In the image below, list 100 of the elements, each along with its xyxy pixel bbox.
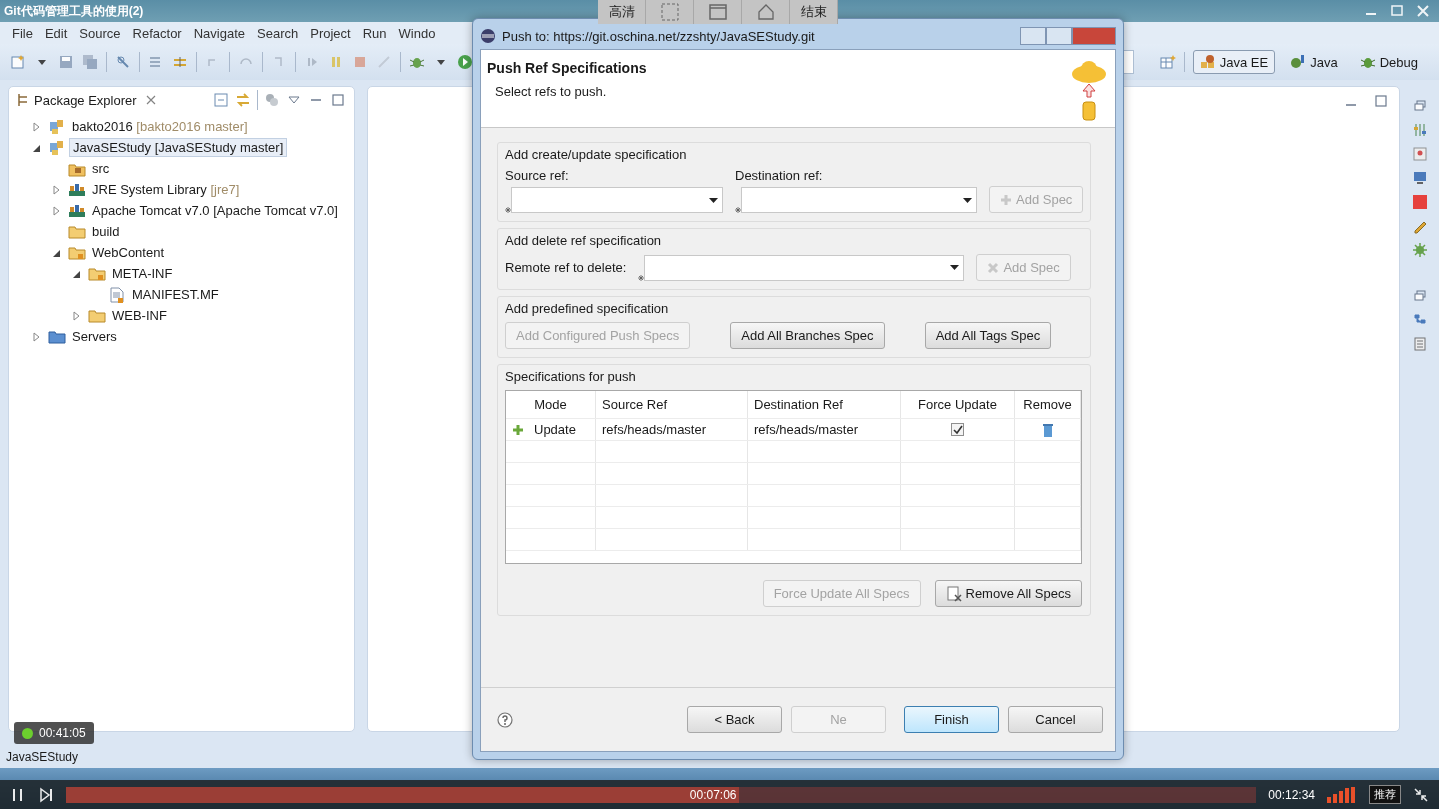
perspective-tab[interactable]: Java [1283,50,1345,74]
filter-icon[interactable] [264,92,280,108]
dropdown-arrow-icon [950,265,960,270]
save-all-icon[interactable] [82,54,98,70]
perspective-tab[interactable]: Debug [1352,50,1425,74]
action-button[interactable]: Finish [904,706,999,733]
required-marker-icon [638,274,645,281]
maximize-icon[interactable] [1389,3,1405,19]
exit-fullscreen-icon[interactable] [1413,786,1429,803]
tree-item[interactable]: WEB-INF [109,307,170,324]
tree-item[interactable]: bakto2016 [bakto2016 master] [69,118,251,135]
duration: 00:12:34 [1268,787,1315,802]
menu-item[interactable]: Windo [392,25,442,41]
status-text: JavaSEStudy [6,750,79,764]
action-button[interactable]: Add All Branches Spec [730,322,885,349]
column-header[interactable]: Destination Ref [748,391,901,418]
collapsed-arrow-icon [52,205,62,216]
action-button[interactable]: Remove All Specs [934,580,1082,607]
action-button[interactable]: < Back [687,706,782,733]
collapsed-arrow-icon [52,184,62,195]
column-header[interactable]: Mode [506,391,596,418]
folder-icon [48,328,66,345]
menu-item[interactable]: Edit [38,25,74,41]
gear-icon[interactable] [1412,242,1428,258]
signal-bars-icon [1327,786,1357,803]
maximize-button[interactable] [1046,27,1072,45]
outline-icon[interactable] [1412,146,1428,162]
tree-item[interactable]: JavaSEStudy [JavaSEStudy master] [69,138,288,157]
link-editor-icon[interactable] [235,92,251,108]
monitor-icon[interactable] [1412,170,1428,186]
restore-icon[interactable] [1412,98,1428,114]
menu-item[interactable]: Run [356,25,393,41]
menu-item[interactable]: Refactor [126,25,188,41]
close-icon[interactable] [1415,3,1431,19]
menu-item[interactable]: Search [251,25,305,41]
run-icon[interactable] [457,54,473,70]
dropdown-field[interactable] [741,187,977,213]
dropdown-field[interactable] [511,187,723,213]
action-button[interactable]: Add All Tags Spec [924,322,1052,349]
sliders-icon[interactable] [1412,122,1428,138]
menu-item[interactable]: Source [73,25,127,41]
window-title: Git代码管理工具的使用(2) [4,2,144,20]
column-header[interactable]: Remove [1015,391,1081,418]
restore-icon[interactable] [1412,288,1428,304]
view-tab[interactable]: Package Explorer [17,92,137,108]
folder-icon [88,265,106,282]
square-icon[interactable] [1412,194,1428,210]
playback-position: 00:07:06 [689,786,737,803]
status-dot [22,727,33,739]
field-label: Destination ref: [735,168,824,183]
perspective-tab[interactable]: Java EE [1192,50,1276,74]
stop-icon[interactable] [352,54,368,70]
menu-item[interactable]: File [6,25,39,41]
tree-item[interactable]: WebContent [89,244,168,261]
column-header[interactable]: Force Update [901,391,1015,418]
tree-item[interactable]: Servers [69,328,120,345]
new-file-icon[interactable] [10,54,26,70]
remove-list-icon [945,585,962,602]
delete-x-icon [987,261,1000,274]
menu-item[interactable]: Navigate [187,25,251,41]
skip-next-icon[interactable] [38,786,54,803]
group-title: Specifications for push [505,369,637,384]
dropdown-arrow-icon [709,197,718,203]
menu-item[interactable]: Project [304,25,357,41]
progress-track[interactable]: 00:07:06 [66,786,1257,803]
check-icon [952,424,963,435]
document-icon[interactable] [1412,336,1428,352]
plus-icon [512,423,524,436]
recorder-button[interactable]: 结束 [800,3,827,21]
recommend-button[interactable]: 推荐 [1369,785,1401,804]
open-perspective-icon[interactable] [1159,54,1176,70]
eclipse-icon [480,28,496,44]
group-title: Add delete ref specification [505,233,663,248]
minimize-button[interactable] [1020,27,1046,45]
maximize-icon[interactable] [1373,93,1389,109]
tree-item[interactable]: Apache Tomcat v7.0 [Apache Tomcat v7.0] [89,202,341,219]
tree-item[interactable]: META-INF [109,265,176,282]
action-button[interactable]: Cancel [1008,706,1103,733]
help-icon[interactable] [497,711,513,728]
file-icon [108,286,126,303]
tree-item[interactable]: build [89,223,123,240]
tree-item[interactable]: src [89,160,113,177]
git-sync-icon[interactable] [172,54,188,70]
library-icon [68,202,86,219]
checkbox[interactable] [951,423,964,436]
close-button[interactable] [1072,27,1116,45]
folder-icon [68,244,86,261]
column-header[interactable]: Source Ref [596,391,748,418]
save-icon[interactable] [58,54,74,70]
collapse-all-icon[interactable] [213,92,229,108]
tree-item[interactable]: MANIFEST.MF [129,286,222,303]
collapsed-arrow-icon [32,121,42,132]
recorder-button[interactable]: 高清 [608,3,635,21]
collapsed-arrow-icon [72,310,82,321]
dropdown-field[interactable] [644,254,965,281]
table-cell: Update [534,422,576,437]
required-marker-icon [505,207,511,213]
maximize-icon[interactable] [330,92,346,108]
collapsed-arrow-icon [32,331,42,342]
tree-item[interactable]: JRE System Library [jre7] [89,181,243,198]
